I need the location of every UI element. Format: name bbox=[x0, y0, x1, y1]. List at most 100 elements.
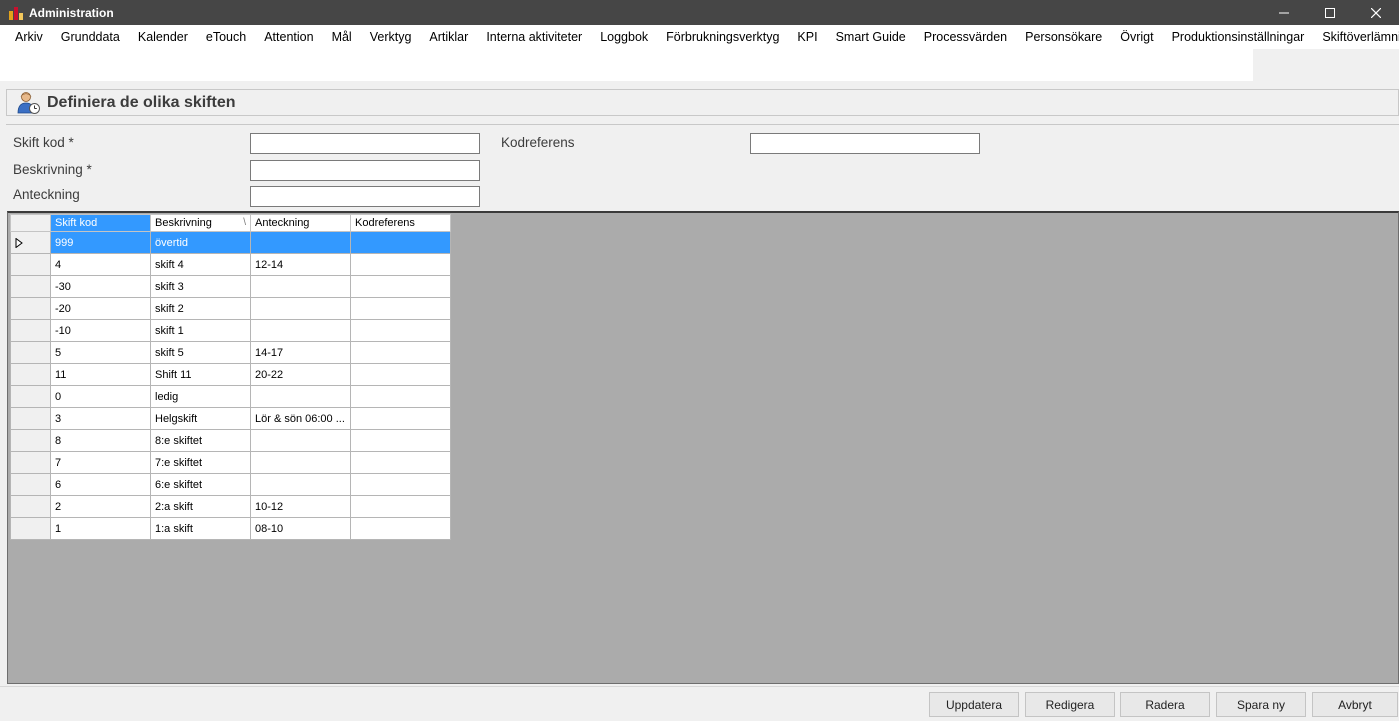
table-row[interactable]: 7 7:e skiftet bbox=[10, 451, 451, 474]
cell-kodreferens[interactable] bbox=[350, 275, 451, 298]
menu-arkiv[interactable]: Arkiv bbox=[6, 25, 52, 49]
column-header-skift-kod[interactable]: Skift kod bbox=[50, 214, 151, 232]
table-row[interactable]: 0 ledig bbox=[10, 385, 451, 408]
cell-beskrivning[interactable]: skift 3 bbox=[150, 275, 251, 298]
row-header[interactable] bbox=[10, 319, 51, 342]
row-header[interactable] bbox=[10, 385, 51, 408]
cell-skift-kod[interactable]: 5 bbox=[50, 341, 151, 364]
cell-anteckning[interactable]: 12-14 bbox=[250, 253, 351, 276]
cell-skift-kod[interactable]: -10 bbox=[50, 319, 151, 342]
cell-anteckning[interactable]: 10-12 bbox=[250, 495, 351, 518]
menu-processvarden[interactable]: Processvärden bbox=[915, 25, 1016, 49]
row-header[interactable] bbox=[10, 451, 51, 474]
menu-personsokare[interactable]: Personsökare bbox=[1016, 25, 1111, 49]
cell-skift-kod[interactable]: 2 bbox=[50, 495, 151, 518]
minimize-button[interactable] bbox=[1261, 0, 1307, 25]
table-row[interactable]: -10 skift 1 bbox=[10, 319, 451, 342]
menu-skiftoverlamning[interactable]: Skiftöverlämning bbox=[1313, 25, 1399, 49]
cell-kodreferens[interactable] bbox=[350, 363, 451, 386]
table-row[interactable]: 1 1:a skift 08-10 bbox=[10, 517, 451, 540]
row-header[interactable] bbox=[10, 297, 51, 320]
menu-mal[interactable]: Mål bbox=[323, 25, 361, 49]
update-button[interactable]: Uppdatera bbox=[929, 692, 1019, 717]
row-header[interactable] bbox=[10, 231, 51, 254]
cell-beskrivning[interactable]: skift 1 bbox=[150, 319, 251, 342]
cell-skift-kod[interactable]: 0 bbox=[50, 385, 151, 408]
menu-kpi[interactable]: KPI bbox=[788, 25, 826, 49]
menu-produktionsinstallningar[interactable]: Produktionsinställningar bbox=[1163, 25, 1314, 49]
cell-kodreferens[interactable] bbox=[350, 451, 451, 474]
delete-button[interactable]: Radera bbox=[1120, 692, 1210, 717]
table-row[interactable]: 8 8:e skiftet bbox=[10, 429, 451, 452]
table-row[interactable]: 11 Shift 11 20-22 bbox=[10, 363, 451, 386]
row-header[interactable] bbox=[10, 275, 51, 298]
cell-kodreferens[interactable] bbox=[350, 253, 451, 276]
cell-kodreferens[interactable] bbox=[350, 231, 451, 254]
cell-anteckning[interactable]: Lör & sön 06:00 ... bbox=[250, 407, 351, 430]
cancel-button[interactable]: Avbryt bbox=[1312, 692, 1398, 717]
cell-skift-kod[interactable]: 1 bbox=[50, 517, 151, 540]
row-header[interactable] bbox=[10, 253, 51, 276]
cell-kodreferens[interactable] bbox=[350, 319, 451, 342]
cell-skift-kod[interactable]: 3 bbox=[50, 407, 151, 430]
cell-kodreferens[interactable] bbox=[350, 341, 451, 364]
menu-ovrigt[interactable]: Övrigt bbox=[1111, 25, 1162, 49]
cell-skift-kod[interactable]: 999 bbox=[50, 231, 151, 254]
cell-anteckning[interactable] bbox=[250, 231, 351, 254]
cell-beskrivning[interactable]: skift 2 bbox=[150, 297, 251, 320]
row-header[interactable] bbox=[10, 363, 51, 386]
row-header[interactable] bbox=[10, 407, 51, 430]
cell-skift-kod[interactable]: 4 bbox=[50, 253, 151, 276]
menu-loggbok[interactable]: Loggbok bbox=[591, 25, 657, 49]
cell-anteckning[interactable] bbox=[250, 451, 351, 474]
cell-kodreferens[interactable] bbox=[350, 517, 451, 540]
row-header[interactable] bbox=[10, 473, 51, 496]
cell-anteckning[interactable] bbox=[250, 297, 351, 320]
menu-forbrukningsverktyg[interactable]: Förbrukningsverktyg bbox=[657, 25, 788, 49]
menu-grunddata[interactable]: Grunddata bbox=[52, 25, 129, 49]
cell-anteckning[interactable] bbox=[250, 385, 351, 408]
row-header[interactable] bbox=[10, 429, 51, 452]
cell-kodreferens[interactable] bbox=[350, 495, 451, 518]
cell-anteckning[interactable]: 14-17 bbox=[250, 341, 351, 364]
cell-beskrivning[interactable]: Helgskift bbox=[150, 407, 251, 430]
close-button[interactable] bbox=[1353, 0, 1399, 25]
cell-beskrivning[interactable]: skift 4 bbox=[150, 253, 251, 276]
table-row[interactable]: 3 Helgskift Lör & sön 06:00 ... bbox=[10, 407, 451, 430]
cell-anteckning[interactable]: 08-10 bbox=[250, 517, 351, 540]
cell-beskrivning[interactable]: 7:e skiftet bbox=[150, 451, 251, 474]
table-row[interactable]: 4 skift 4 12-14 bbox=[10, 253, 451, 276]
table-row[interactable]: -30 skift 3 bbox=[10, 275, 451, 298]
cell-beskrivning[interactable]: 1:a skift bbox=[150, 517, 251, 540]
cell-skift-kod[interactable]: 6 bbox=[50, 473, 151, 496]
cell-anteckning[interactable] bbox=[250, 473, 351, 496]
cell-kodreferens[interactable] bbox=[350, 429, 451, 452]
skift-kod-input[interactable] bbox=[250, 133, 480, 154]
menu-kalender[interactable]: Kalender bbox=[129, 25, 197, 49]
row-header[interactable] bbox=[10, 341, 51, 364]
cell-skift-kod[interactable]: 8 bbox=[50, 429, 151, 452]
menu-interna-aktiviteter[interactable]: Interna aktiviteter bbox=[477, 25, 591, 49]
cell-skift-kod[interactable]: 7 bbox=[50, 451, 151, 474]
cell-beskrivning[interactable]: ledig bbox=[150, 385, 251, 408]
cell-skift-kod[interactable]: -20 bbox=[50, 297, 151, 320]
cell-kodreferens[interactable] bbox=[350, 297, 451, 320]
cell-anteckning[interactable] bbox=[250, 429, 351, 452]
cell-skift-kod[interactable]: 11 bbox=[50, 363, 151, 386]
row-header[interactable] bbox=[10, 495, 51, 518]
menu-attention[interactable]: Attention bbox=[255, 25, 322, 49]
table-row[interactable]: -20 skift 2 bbox=[10, 297, 451, 320]
menu-smart-guide[interactable]: Smart Guide bbox=[827, 25, 915, 49]
cell-kodreferens[interactable] bbox=[350, 473, 451, 496]
cell-beskrivning[interactable]: 8:e skiftet bbox=[150, 429, 251, 452]
column-header-anteckning[interactable]: Anteckning bbox=[250, 214, 351, 232]
cell-beskrivning[interactable]: 6:e skiftet bbox=[150, 473, 251, 496]
maximize-button[interactable] bbox=[1307, 0, 1353, 25]
table-row[interactable]: 5 skift 5 14-17 bbox=[10, 341, 451, 364]
table-row[interactable]: 6 6:e skiftet bbox=[10, 473, 451, 496]
cell-beskrivning[interactable]: Shift 11 bbox=[150, 363, 251, 386]
edit-button[interactable]: Redigera bbox=[1025, 692, 1115, 717]
save-new-button[interactable]: Spara ny bbox=[1216, 692, 1306, 717]
beskrivning-input[interactable] bbox=[250, 160, 480, 181]
table-row[interactable]: 2 2:a skift 10-12 bbox=[10, 495, 451, 518]
